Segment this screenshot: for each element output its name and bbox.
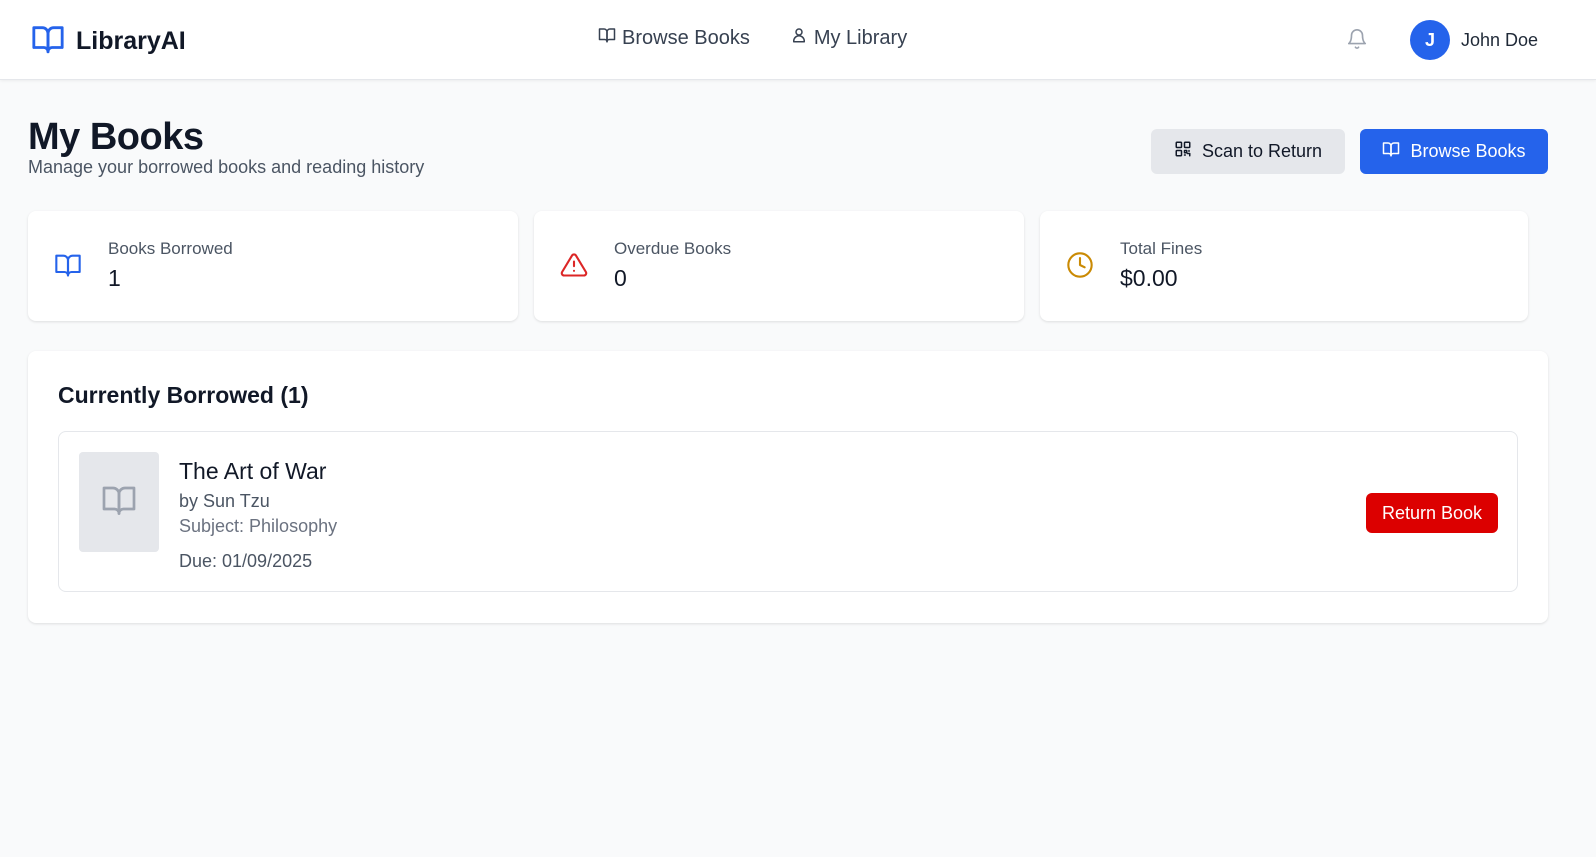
user-icon (790, 26, 808, 50)
book-title: The Art of War (179, 458, 327, 484)
main-nav: Browse Books My Library (598, 26, 907, 50)
stat-label: Books Borrowed (108, 239, 233, 258)
stat-card-overdue-books: Overdue Books 0 (534, 211, 1024, 321)
stat-label: Total Fines (1120, 239, 1203, 258)
qr-code-icon (1174, 140, 1192, 163)
stat-value: $0.00 (1120, 265, 1178, 291)
book-open-icon (598, 26, 616, 50)
stat-card-total-fines: Total Fines $0.00 (1040, 211, 1528, 321)
book-open-icon (54, 251, 82, 284)
panel-title: Currently Borrowed (1) (58, 382, 309, 408)
user-name: John Doe (1461, 29, 1539, 50)
nav-label: My Library (813, 26, 908, 49)
stat-label: Overdue Books (614, 239, 732, 258)
notifications-button[interactable] (1346, 28, 1368, 55)
alert-triangle-icon (560, 251, 588, 284)
browse-books-label: Browse Books (1410, 141, 1526, 161)
browse-books-button[interactable]: Browse Books (1360, 129, 1548, 174)
page-title: My Books (28, 116, 204, 158)
scan-to-return-button[interactable]: Scan to Return (1151, 129, 1345, 174)
avatar: J (1410, 20, 1450, 60)
top-navbar: LibraryAI Browse Books My Library J John… (0, 0, 1596, 80)
book-open-icon (101, 482, 137, 523)
page-subtitle: Manage your borrowed books and reading h… (28, 157, 425, 177)
nav-label: Browse Books (622, 26, 750, 49)
nav-my-library[interactable]: My Library (790, 26, 907, 50)
brand-logo-link[interactable]: LibraryAI (30, 22, 186, 61)
stat-value: 0 (614, 265, 627, 291)
book-author: by Sun Tzu (179, 491, 270, 511)
book-open-icon (1382, 140, 1400, 163)
brand-name: LibraryAI (76, 27, 186, 55)
return-book-button[interactable]: Return Book (1366, 493, 1498, 533)
book-subject: Subject: Philosophy (179, 516, 338, 536)
book-cover-placeholder (79, 452, 159, 552)
book-due-date: Due: 01/09/2025 (179, 551, 313, 571)
bell-icon (1346, 29, 1368, 54)
user-menu[interactable]: J John Doe (1410, 20, 1538, 60)
currently-borrowed-panel: Currently Borrowed (1) The Art of War by… (28, 351, 1548, 623)
stat-card-books-borrowed: Books Borrowed 1 (28, 211, 518, 321)
book-open-icon (30, 22, 66, 61)
scan-to-return-label: Scan to Return (1201, 141, 1323, 161)
borrowed-book-item: The Art of War by Sun Tzu Subject: Philo… (58, 431, 1518, 592)
nav-browse-books[interactable]: Browse Books (598, 26, 750, 50)
stat-value: 1 (108, 265, 121, 291)
clock-icon (1066, 251, 1094, 284)
